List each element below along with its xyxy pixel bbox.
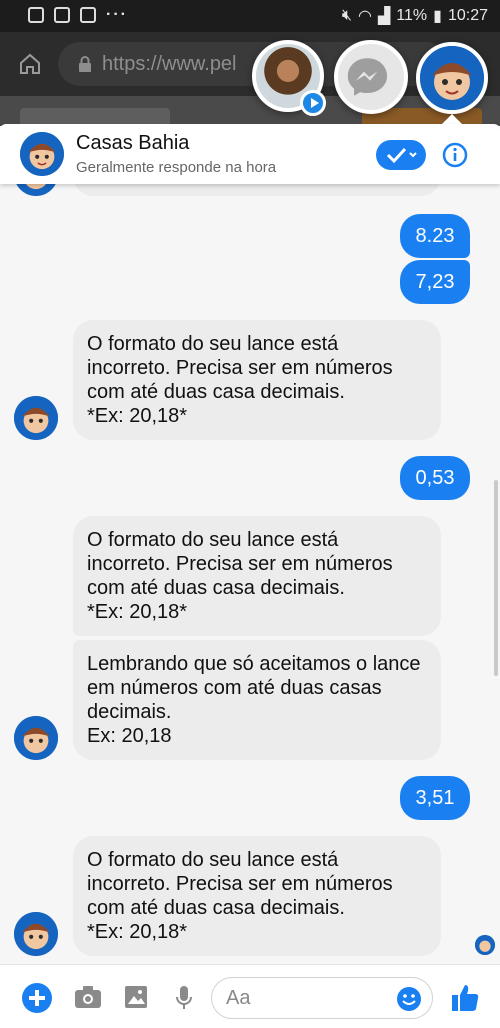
message-text: O formato do seu lance está incorreto. P… xyxy=(87,849,393,943)
mark-done-button[interactable] xyxy=(376,140,426,170)
voicemail-icon xyxy=(28,7,44,23)
contact-name[interactable]: Casas Bahia xyxy=(76,132,189,155)
contact-avatar[interactable] xyxy=(20,132,64,176)
message-text: 3,51 xyxy=(415,787,455,809)
message-text: 8.23 xyxy=(415,225,455,247)
message-composer xyxy=(0,964,500,1028)
message-input[interactable] xyxy=(226,987,386,1010)
wifi-icon: ◠ xyxy=(358,8,372,25)
mascot-avatar-icon xyxy=(420,46,484,110)
alert-icon xyxy=(54,7,70,23)
notification-icons: ··· xyxy=(28,6,128,24)
clock: 10:27 xyxy=(447,7,488,24)
message-incoming[interactable]: O formato do seu lance está incorreto. P… xyxy=(73,516,441,636)
sender-avatar xyxy=(14,716,58,760)
chat-head-casas-bahia[interactable] xyxy=(416,42,488,114)
gallery-icon[interactable] xyxy=(124,985,148,1009)
message-outgoing[interactable]: 7,23 xyxy=(400,260,470,304)
message-bubble-partial xyxy=(73,184,441,196)
camera-icon[interactable] xyxy=(74,985,102,1009)
mascot-avatar-icon xyxy=(14,396,58,440)
video-badge-icon xyxy=(300,90,326,116)
check-chevron-icon xyxy=(386,147,417,164)
emoji-icon[interactable] xyxy=(396,986,422,1012)
message-text: 0,53 xyxy=(415,467,455,489)
message-input-box[interactable] xyxy=(211,977,433,1019)
mascot-avatar-icon xyxy=(475,935,495,955)
play-store-icon xyxy=(80,7,96,23)
message-text: 7,23 xyxy=(415,271,455,293)
message-text: Lembrando que só aceitamos o lance em nú… xyxy=(87,653,421,747)
message-outgoing[interactable]: 8.23 xyxy=(400,214,470,258)
system-icons: 🔇︎ ◠ ▟ 11% ▮ 10:27 xyxy=(342,6,488,26)
more-actions-button[interactable] xyxy=(22,983,52,1013)
signal-icon: ▟ xyxy=(377,8,391,25)
mascot-avatar-icon xyxy=(14,716,58,760)
sender-avatar xyxy=(14,184,58,196)
message-outgoing[interactable]: 3,51 xyxy=(400,776,470,820)
more-notifications-icon: ··· xyxy=(106,6,128,23)
contact-subtitle: Geralmente responde na hora xyxy=(76,159,277,176)
thumbs-up-icon[interactable] xyxy=(450,983,480,1013)
message-text: O formato do seu lance está incorreto. P… xyxy=(87,333,393,427)
sender-avatar xyxy=(14,396,58,440)
chat-head-pointer xyxy=(442,114,462,124)
mascot-avatar-icon xyxy=(14,184,58,196)
message-outgoing[interactable]: 0,53 xyxy=(400,456,470,500)
chat-header: Casas Bahia Geralmente responde na hora xyxy=(0,124,500,184)
battery-icon: ▮ xyxy=(433,8,442,25)
sender-avatar xyxy=(14,912,58,956)
message-text: O formato do seu lance está incorreto. P… xyxy=(87,529,393,623)
scrollbar[interactable] xyxy=(494,480,498,676)
url-text: https://www.pel xyxy=(102,53,237,75)
messenger-icon xyxy=(347,58,388,96)
message-incoming[interactable]: Lembrando que só aceitamos o lance em nú… xyxy=(73,640,441,760)
microphone-icon[interactable] xyxy=(174,985,194,1011)
chat-head-messenger[interactable] xyxy=(334,40,408,114)
message-incoming[interactable]: O formato do seu lance está incorreto. P… xyxy=(73,836,441,956)
battery-percent: 11% xyxy=(396,7,428,24)
message-list[interactable]: 8.23 7,23 O formato do seu lance está in… xyxy=(0,184,500,964)
mascot-avatar-icon xyxy=(14,912,58,956)
mute-icon: 🔇︎ xyxy=(341,7,353,24)
mascot-avatar-icon xyxy=(20,132,64,176)
status-bar: ··· 🔇︎ ◠ ▟ 11% ▮ 10:27 xyxy=(0,0,500,32)
info-icon[interactable] xyxy=(442,142,468,168)
message-incoming[interactable]: O formato do seu lance está incorreto. P… xyxy=(73,320,441,440)
lock-icon xyxy=(79,56,91,72)
read-receipt-avatar xyxy=(475,935,495,955)
home-icon[interactable] xyxy=(18,52,42,76)
